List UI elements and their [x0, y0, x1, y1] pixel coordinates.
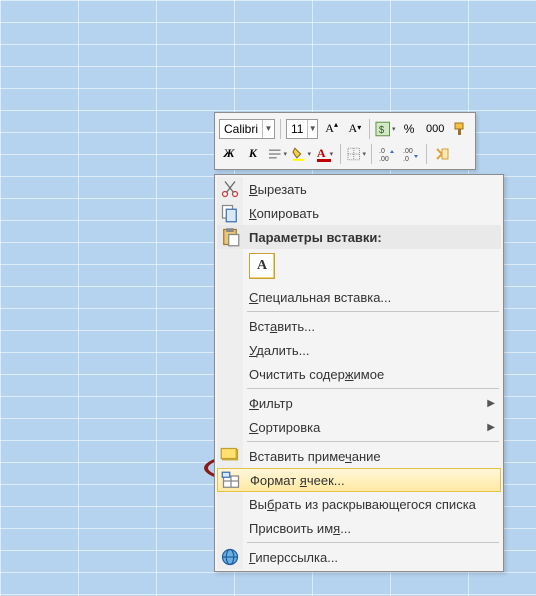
- menu-label: Гиперссылка...: [249, 550, 338, 565]
- chevron-down-icon: ▾: [283, 150, 287, 158]
- increase-decimal-button[interactable]: .0.00: [377, 144, 397, 164]
- menu-label: Вставить примечание: [249, 449, 381, 464]
- menu-item-pick-from-dropdown[interactable]: Выбрать из раскрывающегося списка: [217, 492, 501, 516]
- chevron-down-icon: ▼: [262, 120, 274, 138]
- svg-text:$: $: [379, 124, 385, 135]
- fill-color-button[interactable]: ▾: [291, 144, 311, 164]
- scissors-icon: [220, 179, 240, 199]
- svg-text:.00: .00: [379, 156, 389, 162]
- separator: [247, 311, 499, 312]
- comment-icon: [220, 446, 240, 466]
- context-menu: Вырезать Копировать Параметры вставки: A…: [214, 174, 504, 572]
- menu-item-hyperlink[interactable]: Гиперссылка...: [217, 545, 501, 569]
- menu-item-insert[interactable]: Вставить...: [217, 314, 501, 338]
- bold-button[interactable]: Ж: [219, 144, 239, 164]
- shrink-font-button[interactable]: A▾: [345, 119, 364, 139]
- separator: [247, 388, 499, 389]
- separator: [340, 144, 341, 164]
- menu-item-clear-contents[interactable]: Очистить содержимое: [217, 362, 501, 386]
- menu-item-assign-name[interactable]: Присвоить имя...: [217, 516, 501, 540]
- chevron-down-icon: ▾: [307, 150, 311, 158]
- menu-label: Параметры вставки:: [249, 230, 382, 245]
- menu-item-insert-comment[interactable]: Вставить примечание: [217, 444, 501, 468]
- chevron-down-icon: ▼: [307, 120, 317, 138]
- font-color-button[interactable]: A ▾: [315, 144, 335, 164]
- grow-font-button[interactable]: A▴: [322, 119, 341, 139]
- decrease-decimal-button[interactable]: .00.0: [401, 144, 421, 164]
- menu-item-copy[interactable]: Копировать: [217, 201, 501, 225]
- menu-item-filter[interactable]: Фильтр ▶: [217, 391, 501, 415]
- paste-option-keep-formatting[interactable]: A: [249, 253, 275, 279]
- chevron-down-icon: ▾: [362, 150, 366, 158]
- submenu-arrow-icon: ▶: [487, 422, 495, 433]
- chevron-down-icon: ▾: [392, 125, 396, 133]
- menu-label: Специальная вставка...: [249, 290, 391, 305]
- separator: [247, 441, 499, 442]
- svg-text:.0: .0: [379, 148, 385, 155]
- hyperlink-icon: [220, 547, 240, 567]
- svg-text:.0: .0: [403, 156, 409, 162]
- menu-label: Формат ячеек...: [250, 473, 345, 488]
- comma-style-button[interactable]: 000: [423, 119, 448, 139]
- menu-item-sort[interactable]: Сортировка ▶: [217, 415, 501, 439]
- font-name-value: Calibri: [220, 122, 262, 136]
- menu-item-delete[interactable]: Удалить...: [217, 338, 501, 362]
- paste-options-panel: A: [217, 249, 501, 285]
- menu-label: Присвоить имя...: [249, 521, 351, 536]
- separator: [280, 119, 281, 139]
- font-size-combo[interactable]: 11 ▼: [286, 119, 318, 139]
- font-name-combo[interactable]: Calibri ▼: [219, 119, 275, 139]
- menu-label: Выбрать из раскрывающегося списка: [249, 497, 476, 512]
- number-format-button[interactable]: $ ▾: [375, 119, 395, 139]
- clipboard-icon: [220, 227, 240, 247]
- menu-label: Фильтр: [249, 396, 293, 411]
- separator: [247, 542, 499, 543]
- merge-center-button[interactable]: [432, 144, 452, 164]
- menu-item-format-cells[interactable]: Формат ячеек...: [217, 468, 501, 492]
- align-button[interactable]: ▾: [267, 144, 287, 164]
- separator: [369, 119, 370, 139]
- menu-label: Сортировка: [249, 420, 320, 435]
- font-size-value: 11: [287, 122, 307, 136]
- menu-item-cut[interactable]: Вырезать: [217, 177, 501, 201]
- format-painter-button[interactable]: [452, 119, 471, 139]
- menu-label: Очистить содержимое: [249, 367, 384, 382]
- menu-item-paste-special[interactable]: Специальная вставка...: [217, 285, 501, 309]
- svg-text:.00: .00: [403, 148, 413, 155]
- submenu-arrow-icon: ▶: [487, 398, 495, 409]
- borders-button[interactable]: ▾: [346, 144, 366, 164]
- format-cells-icon: [221, 471, 241, 491]
- chevron-down-icon: ▾: [330, 150, 334, 158]
- paste-option-glyph: A: [257, 258, 267, 274]
- italic-button[interactable]: К: [243, 144, 263, 164]
- separator: [426, 144, 427, 164]
- separator: [371, 144, 372, 164]
- menu-label: Вставить...: [249, 319, 315, 334]
- percent-style-button[interactable]: %: [399, 119, 418, 139]
- menu-label: Копировать: [249, 206, 319, 221]
- menu-label: Вырезать: [249, 182, 307, 197]
- mini-toolbar: Calibri ▼ 11 ▼ A▴ A▾ $ ▾ % 000 Ж К ▾: [214, 112, 476, 170]
- menu-label: Удалить...: [249, 343, 309, 358]
- copy-icon: [220, 203, 240, 223]
- menu-item-paste-options: Параметры вставки:: [217, 225, 501, 249]
